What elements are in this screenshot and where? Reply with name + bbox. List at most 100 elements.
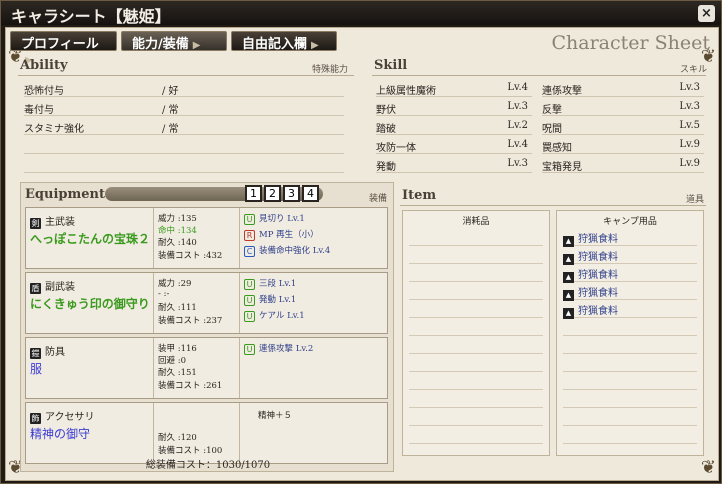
equipment-stat: 威力 :135 bbox=[158, 214, 197, 224]
divider bbox=[372, 75, 706, 76]
slot-4-button[interactable]: 4 bbox=[302, 185, 319, 202]
equipment-slot-armor[interactable]: 鎧防具 服 装甲 :116 回避 :0 耐久 :151 装備コスト :261 U… bbox=[25, 337, 388, 399]
equipment-stat: 耐久 :140 bbox=[158, 238, 197, 248]
list-item[interactable]: ▲ 狩猟食料 bbox=[563, 284, 618, 301]
equipment-skill: U 三段 Lv.1 bbox=[244, 277, 296, 290]
skill-row: 呪間 Lv.5 bbox=[542, 116, 704, 135]
equipment-slot-main-weapon[interactable]: 剣主武装 へっぽこたんの宝珠２ 威力 :135 命中 :134 耐久 :140 … bbox=[25, 207, 388, 269]
equipment-skill: U 連係攻撃 Lv.2 bbox=[244, 342, 313, 355]
equipment-stat: 耐久 :120 bbox=[158, 433, 197, 443]
skill-level: Lv.4 bbox=[507, 139, 528, 150]
skill-name: 攻防一体 bbox=[376, 143, 416, 154]
camp-item-icon: ▲ bbox=[563, 254, 574, 265]
ability-heading: Ability bbox=[20, 58, 68, 73]
skill-name: 上級属性魔術 bbox=[376, 86, 436, 97]
equipment-stat: 装備コスト :432 bbox=[158, 251, 223, 261]
skill-row: 発動 Lv.3 bbox=[376, 154, 532, 173]
equipment-type: 鎧防具 bbox=[30, 347, 65, 359]
skill-row: 踏破 Lv.2 bbox=[376, 116, 532, 135]
tab-profile[interactable]: プロフィール▶ bbox=[10, 31, 117, 66]
list-item[interactable]: ▲ 狩猟食料 bbox=[563, 266, 618, 283]
skill-name: 呪間 bbox=[542, 124, 562, 135]
camp-item-icon: ▲ bbox=[563, 236, 574, 247]
skill-level: Lv.5 bbox=[679, 120, 700, 131]
equipment-slot-accessory[interactable]: 飾アクセサリ 精神の御守 耐久 :120 装備コスト :100 精神＋５ bbox=[25, 402, 388, 464]
camp-items-list[interactable]: キャンプ用品 ▲ 狩猟食料 ▲ 狩猟食料 ▲ 狩猟食料 ▲ 狩猟食料 ▲ 狩猟食料 bbox=[556, 210, 704, 456]
accessory-icon: 飾 bbox=[30, 413, 41, 424]
skill-badge-icon: U bbox=[244, 279, 255, 290]
skill-row: 野伏 Lv.3 bbox=[376, 97, 532, 116]
equipment-slot-sub-weapon[interactable]: 盾副武装 にくきゅう印の御守り 威力 :29 - :- 耐久 :111 装備コス… bbox=[25, 272, 388, 334]
equipment-skill: U 見切り Lv.1 bbox=[244, 212, 305, 225]
ability-row: 恐怖付与 / 好 bbox=[24, 78, 344, 97]
sheet-panel: ❦ ❦ ❦ ❦ プロフィール▶ 能力/装備 ▶ 自由記入欄 ▶ Character … bbox=[5, 27, 719, 481]
skill-name: 罠感知 bbox=[542, 143, 572, 154]
equipment-stat: 装甲 :116 bbox=[158, 344, 197, 354]
tab-arrow-icon: ▶ bbox=[192, 40, 201, 51]
item-subheading: 道具 bbox=[686, 195, 705, 205]
tab-label: 自由記入欄 bbox=[242, 37, 308, 52]
ability-value: / 常 bbox=[162, 124, 179, 135]
ability-name: スタミナ強化 bbox=[24, 124, 84, 135]
skill-name: 踏破 bbox=[376, 124, 396, 135]
divider bbox=[18, 75, 354, 76]
skill-heading: Skill bbox=[374, 58, 408, 73]
slot-3-button[interactable]: 3 bbox=[283, 185, 300, 202]
skill-name: 野伏 bbox=[376, 105, 396, 116]
equipment-name: 精神の御守 bbox=[30, 427, 91, 441]
skill-row: 宝箱発見 Lv.9 bbox=[542, 154, 704, 173]
equipment-stat: 装備コスト :100 bbox=[158, 446, 223, 456]
skill-level: Lv.3 bbox=[507, 101, 528, 112]
equipment-bonus: 精神＋５ bbox=[258, 411, 293, 421]
ability-row-empty bbox=[24, 135, 344, 154]
equipment-stat: - :- bbox=[158, 289, 170, 299]
equipment-stat: 装備コスト :261 bbox=[158, 381, 223, 391]
skill-subheading: スキル bbox=[680, 65, 708, 75]
skill-badge-icon: R bbox=[244, 230, 255, 241]
slot-2-button[interactable]: 2 bbox=[264, 185, 281, 202]
equipment-stat: 装備コスト :237 bbox=[158, 316, 223, 326]
equipment-type: 剣主武装 bbox=[30, 217, 75, 229]
list-item[interactable]: ▲ 狩猟食料 bbox=[563, 248, 618, 265]
list-item[interactable]: ▲ 狩猟食料 bbox=[563, 230, 618, 247]
window-title: キャラシート【魅姫】 bbox=[11, 7, 171, 26]
shield-icon: 盾 bbox=[30, 283, 41, 294]
equipment-stat: 命中 :134 bbox=[158, 226, 197, 236]
skill-badge-icon: U bbox=[244, 295, 255, 306]
equipment-skill: C 装備命中強化 Lv.4 bbox=[244, 244, 330, 257]
equipment-panel: Equipment 1 2 3 4 装備 剣主武装 へっぽこたんの宝珠２ 威力 … bbox=[20, 182, 394, 472]
equipment-stat: 耐久 :151 bbox=[158, 368, 197, 378]
tab-arrow-icon: ▶ bbox=[311, 40, 319, 51]
skill-badge-icon: U bbox=[244, 344, 255, 355]
skill-row: 攻防一体 Lv.4 bbox=[376, 135, 532, 154]
equipment-type: 飾アクセサリ bbox=[30, 412, 95, 424]
skill-badge-icon: C bbox=[244, 246, 255, 257]
divider bbox=[400, 205, 706, 206]
close-button[interactable]: × bbox=[698, 5, 715, 22]
equipment-name: へっぽこたんの宝珠２ bbox=[30, 232, 151, 246]
character-sheet-window: キャラシート【魅姫】 × ❦ ❦ ❦ ❦ プロフィール▶ 能力/装備 ▶ 自由記入… bbox=[0, 0, 722, 484]
list-item[interactable]: ▲ 狩猟食料 bbox=[563, 302, 618, 319]
equipment-stat: 威力 :29 bbox=[158, 279, 192, 289]
skill-row: 連係攻撃 Lv.3 bbox=[542, 78, 704, 97]
slot-1-button[interactable]: 1 bbox=[245, 185, 262, 202]
window-titlebar: キャラシート【魅姫】 × bbox=[1, 1, 721, 26]
camp-item-icon: ▲ bbox=[563, 308, 574, 319]
skill-level: Lv.9 bbox=[679, 139, 700, 150]
ability-row: 毒付与 / 常 bbox=[24, 97, 344, 116]
equipment-skill: U 発動 Lv.1 bbox=[244, 293, 296, 306]
item-heading: Item bbox=[402, 188, 437, 203]
camp-item-icon: ▲ bbox=[563, 290, 574, 301]
consumables-list[interactable]: 消耗品 bbox=[402, 210, 550, 456]
tab-free-notes[interactable]: 自由記入欄 ▶ bbox=[231, 31, 337, 52]
skill-row: 罠感知 Lv.9 bbox=[542, 135, 704, 154]
skill-badge-icon: U bbox=[244, 311, 255, 322]
skill-level: Lv.9 bbox=[679, 158, 700, 169]
equipment-stat: 耐久 :111 bbox=[158, 303, 197, 313]
skill-level: Lv.2 bbox=[507, 120, 528, 131]
item-panel: Item 道具 消耗品 キャンプ用品 ▲ 狩猟食料 ▲ 狩猟食料 ▲ 狩猟食料 ▲ 狩猟… bbox=[400, 188, 706, 472]
skill-row: 反撃 Lv.3 bbox=[542, 97, 704, 116]
ability-value: / 常 bbox=[162, 105, 179, 116]
tab-ability-equipment[interactable]: 能力/装備 ▶ bbox=[121, 31, 227, 52]
tab-label: 能力/装備 bbox=[132, 37, 189, 52]
